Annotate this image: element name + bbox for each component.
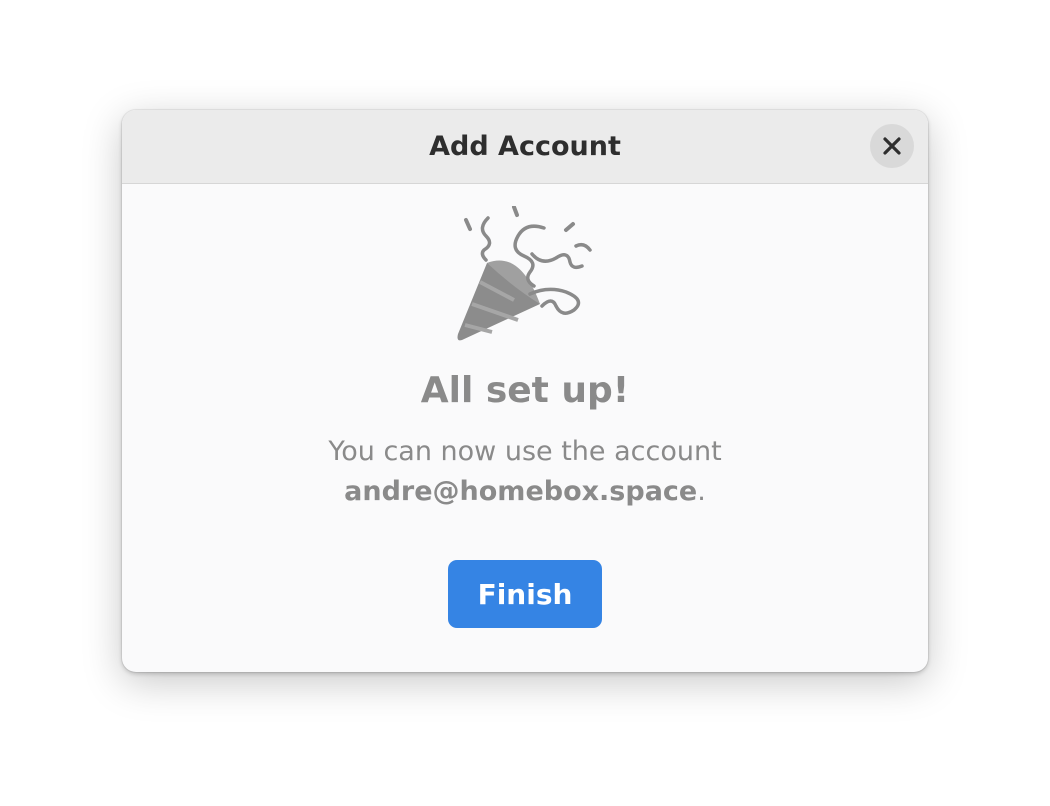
close-icon: [883, 137, 901, 155]
success-message: You can now use the account andre@homebo…: [122, 432, 928, 512]
close-button[interactable]: [870, 124, 914, 168]
dialog-header: Add Account: [122, 110, 928, 184]
add-account-dialog: Add Account All set up! You can now use …: [122, 110, 928, 672]
account-address: andre@homebox.space: [344, 476, 698, 507]
success-heading: All set up!: [420, 370, 630, 411]
message-suffix: .: [697, 476, 706, 507]
party-popper-icon: [452, 205, 598, 346]
dialog-title: Add Account: [429, 131, 621, 162]
finish-button[interactable]: Finish: [448, 560, 602, 628]
message-prefix: You can now use the account: [328, 436, 722, 467]
